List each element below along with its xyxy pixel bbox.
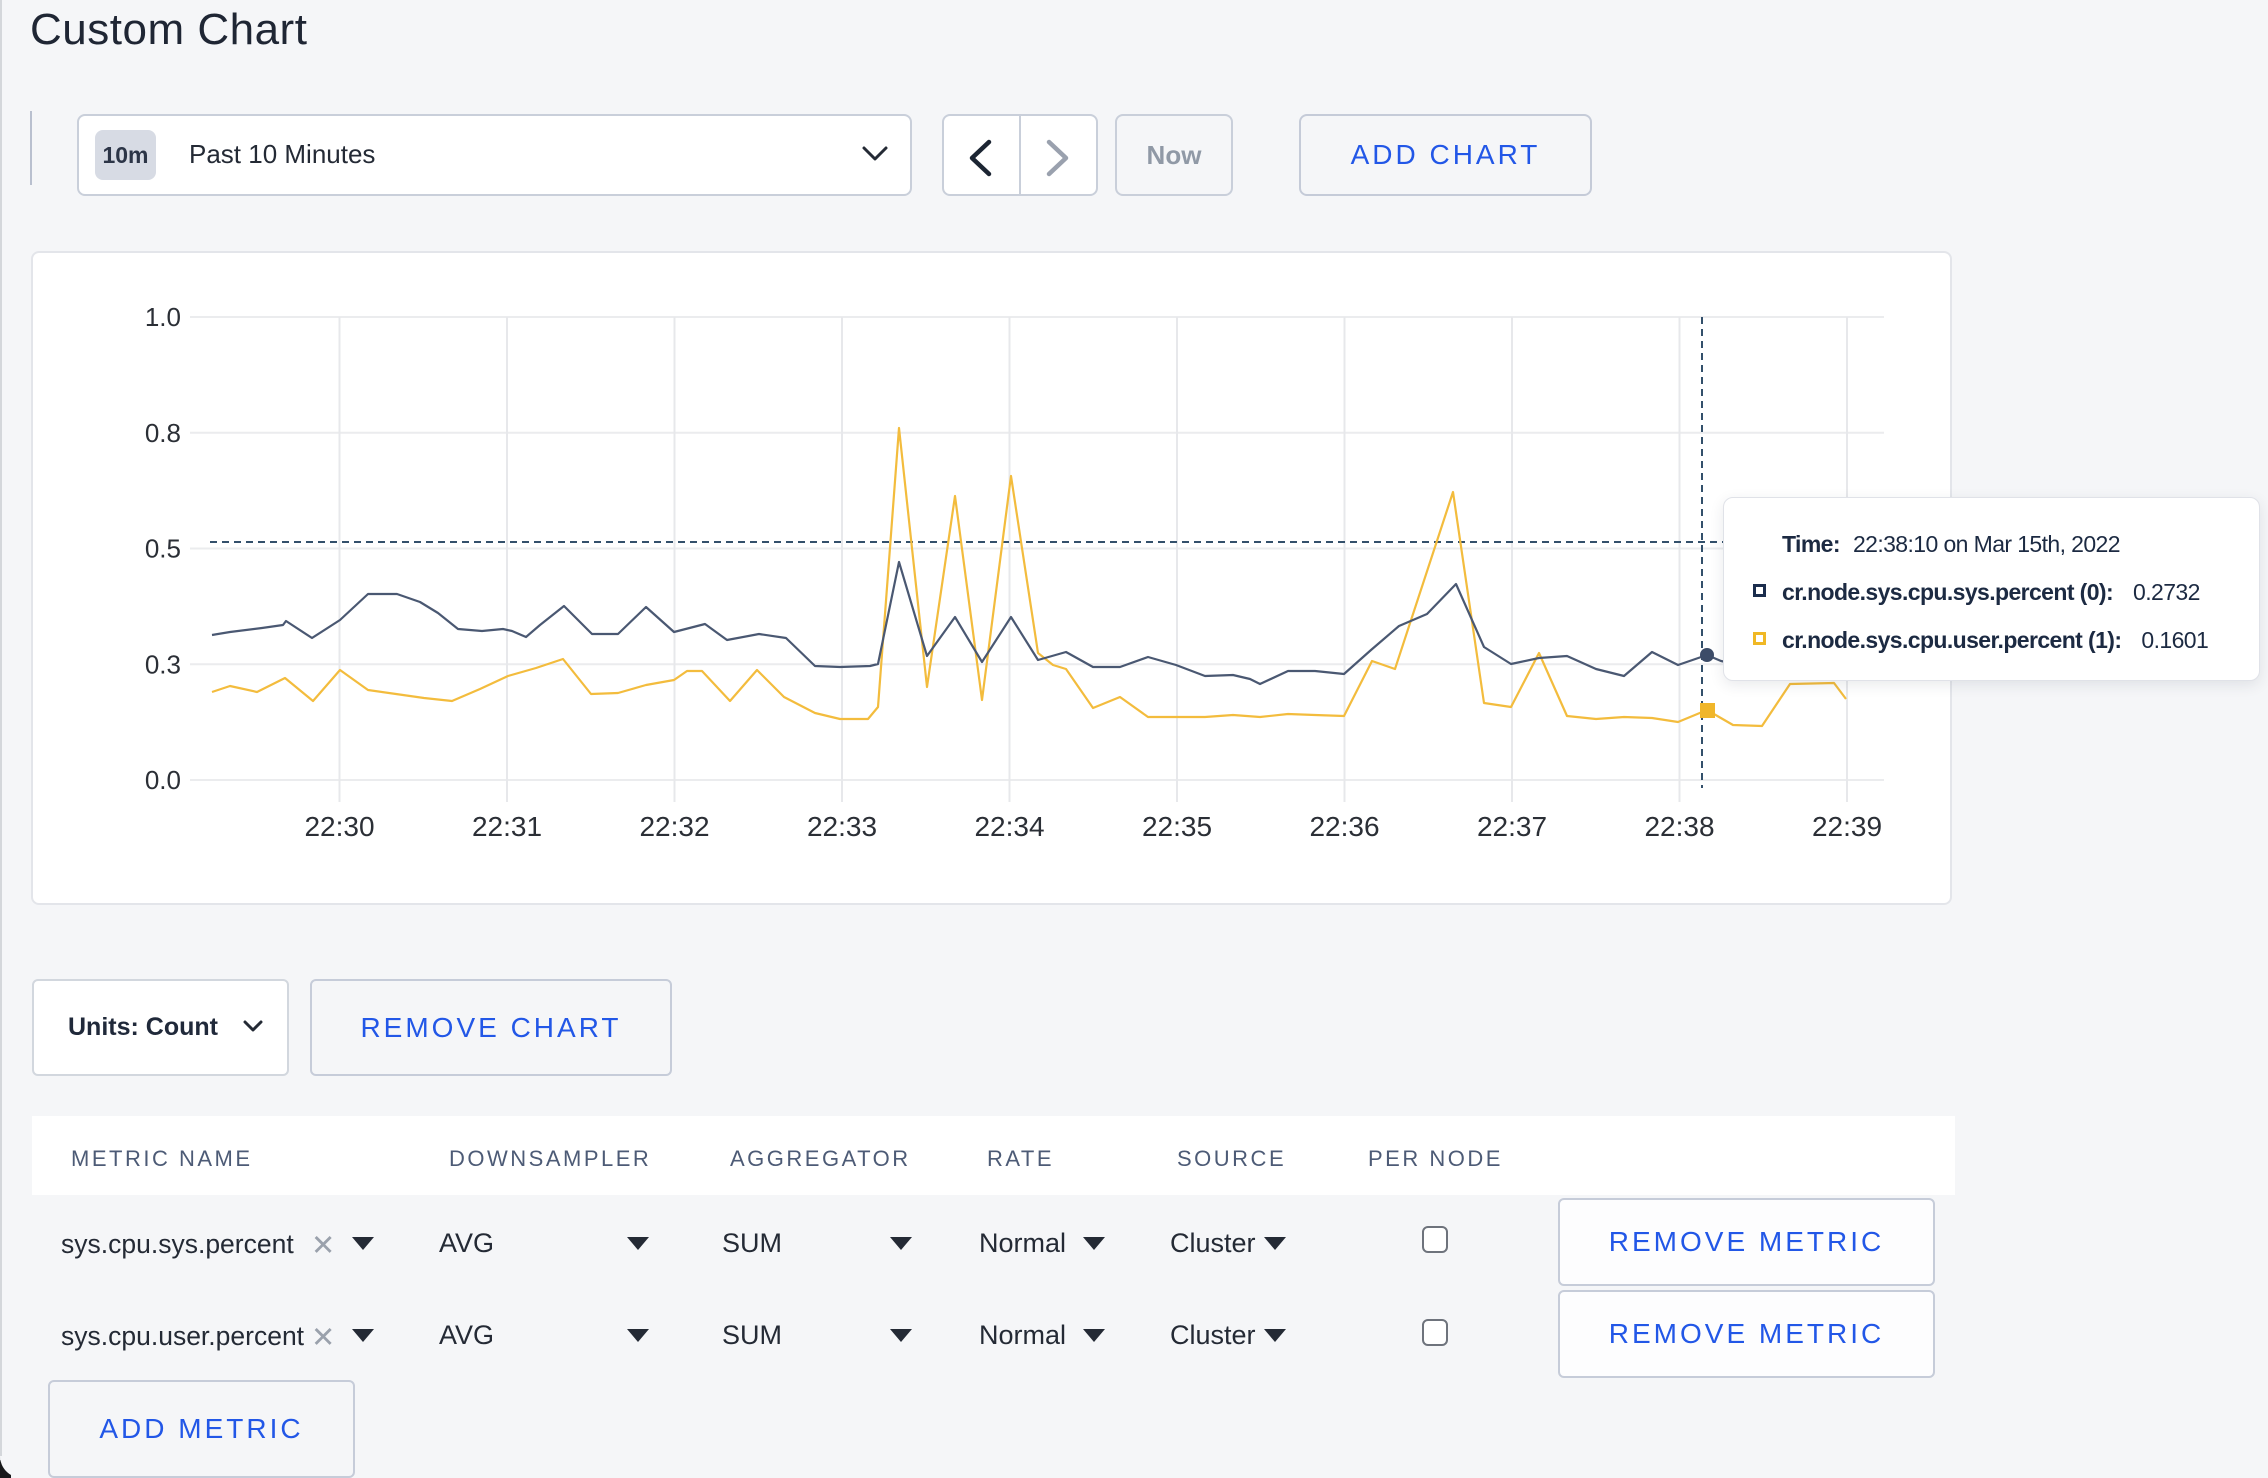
svg-text:22:33: 22:33 bbox=[807, 811, 877, 842]
svg-text:22:38: 22:38 bbox=[1644, 811, 1714, 842]
svg-text:22:39: 22:39 bbox=[1812, 811, 1882, 842]
svg-text:22:35: 22:35 bbox=[1142, 811, 1212, 842]
svg-text:0.8: 0.8 bbox=[145, 418, 181, 448]
svg-text:22:32: 22:32 bbox=[639, 811, 709, 842]
svg-text:22:37: 22:37 bbox=[1477, 811, 1547, 842]
svg-text:22:31: 22:31 bbox=[472, 811, 542, 842]
svg-text:22:34: 22:34 bbox=[974, 811, 1044, 842]
svg-text:22:30: 22:30 bbox=[304, 811, 374, 842]
svg-text:1.0: 1.0 bbox=[145, 302, 181, 332]
svg-text:0.0: 0.0 bbox=[145, 765, 181, 795]
svg-text:0.3: 0.3 bbox=[145, 649, 181, 679]
svg-text:22:36: 22:36 bbox=[1309, 811, 1379, 842]
svg-text:0.5: 0.5 bbox=[145, 534, 181, 564]
